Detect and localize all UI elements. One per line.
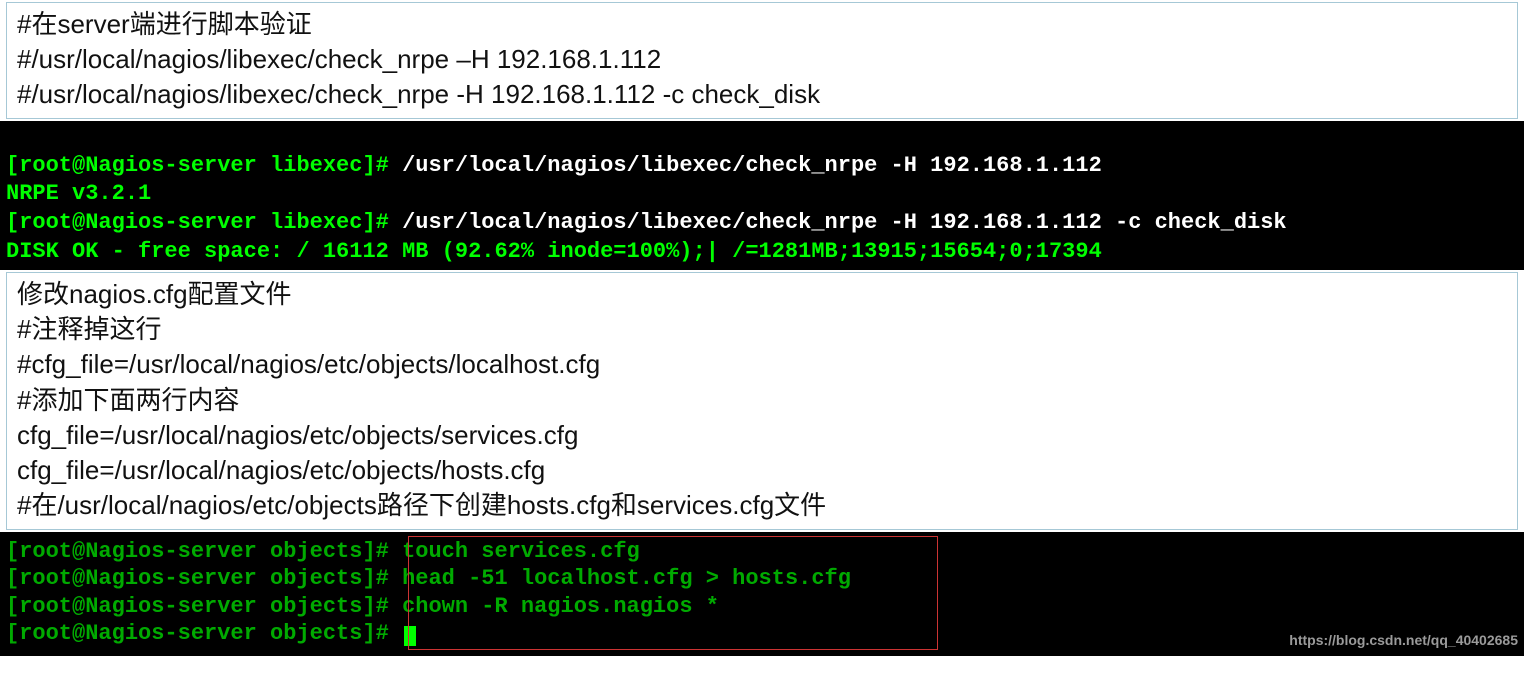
shell-output-line: NRPE v3.2.1 [6,181,151,206]
shell-command: touch services.cfg [402,539,640,564]
cursor-icon [404,626,416,646]
instruction-line: #在/usr/local/nagios/etc/objects路径下创建host… [17,488,1507,523]
shell-prompt: [root@Nagios-server objects]# [6,621,402,646]
terminal-output-1: [root@Nagios-server libexec]# /usr/local… [0,121,1524,270]
shell-prompt: [root@Nagios-server objects]# [6,566,402,591]
shell-command: chown -R nagios.nagios * [402,594,719,619]
shell-output-line: DISK OK - free space: / 16112 MB (92.62%… [6,239,1102,264]
shell-command: /usr/local/nagios/libexec/check_nrpe -H … [402,210,1287,235]
shell-prompt: [root@Nagios-server objects]# [6,539,402,564]
shell-command: /usr/local/nagios/libexec/check_nrpe -H … [402,153,1102,178]
instruction-line: #/usr/local/nagios/libexec/check_nrpe –H… [17,42,1507,77]
instruction-line: cfg_file=/usr/local/nagios/etc/objects/s… [17,418,1507,453]
instruction-box-2: 修改nagios.cfg配置文件 #注释掉这行 #cfg_file=/usr/l… [6,272,1518,530]
instruction-line: cfg_file=/usr/local/nagios/etc/objects/h… [17,453,1507,488]
shell-prompt: [root@Nagios-server objects]# [6,594,402,619]
watermark-text: https://blog.csdn.net/qq_40402685 [1289,632,1518,650]
shell-command: head -51 localhost.cfg > hosts.cfg [402,566,851,591]
instruction-line: #注释掉这行 [17,312,1507,347]
shell-prompt: [root@Nagios-server libexec]# [6,153,402,178]
shell-prompt: [root@Nagios-server libexec]# [6,210,402,235]
terminal-output-2: [root@Nagios-server objects]# touch serv… [0,532,1524,656]
instruction-box-1: #在server端进行脚本验证 #/usr/local/nagios/libex… [6,2,1518,119]
instruction-line: 修改nagios.cfg配置文件 [17,277,1507,312]
instruction-line: #/usr/local/nagios/libexec/check_nrpe -H… [17,77,1507,112]
instruction-line: #添加下面两行内容 [17,383,1507,418]
instruction-line: #cfg_file=/usr/local/nagios/etc/objects/… [17,347,1507,382]
instruction-line: #在server端进行脚本验证 [17,7,1507,42]
